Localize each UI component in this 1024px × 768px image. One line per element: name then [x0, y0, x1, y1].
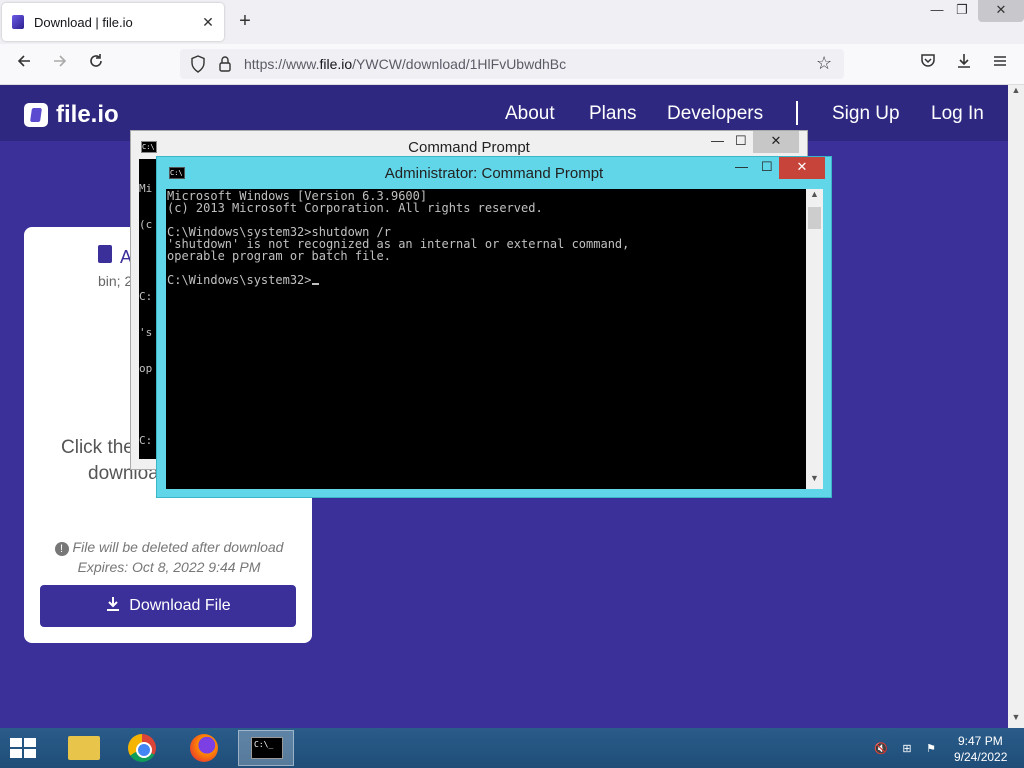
favicon-icon [12, 15, 24, 29]
admin-cmd-close-button[interactable]: ✕ [779, 157, 825, 179]
clock-date[interactable]: 9/24/2022 [954, 750, 1007, 764]
nav-divider [796, 101, 798, 125]
nav-plans-link[interactable]: Plans [589, 103, 637, 125]
console-prompt: C:\Windows\system32> [167, 273, 312, 287]
site-logo[interactable]: file.io [24, 101, 119, 129]
download-file-label: Download File [129, 597, 231, 614]
browser-close-button[interactable]: ✕ [978, 0, 1024, 22]
bookmark-star-icon[interactable]: ☆ [816, 53, 832, 74]
file-icon [98, 245, 112, 263]
url-bar[interactable]: https://www.file.io/YWCW/download/1HlFvU… [180, 49, 844, 79]
download-file-button[interactable]: Download File [40, 585, 296, 627]
file-io-logo-icon [24, 103, 48, 127]
scroll-thumb[interactable] [808, 207, 821, 229]
nav-login-link[interactable]: Log In [931, 103, 984, 125]
admin-cmd-minimize-button[interactable]: — [735, 159, 748, 174]
taskbar: C:\_ 🔇 ⊞ ⚑ 9:47 PM 9/24/2022 [0, 728, 1024, 768]
admin-cmd-console[interactable]: Microsoft Windows [Version 6.3.9600] (c)… [166, 189, 806, 489]
tab-title: Download | file.io [34, 14, 133, 30]
info-icon: ! [54, 542, 69, 556]
network-icon[interactable]: ⊞ [900, 742, 914, 756]
console-prompt-line: C:\Windows\system32> [167, 274, 805, 286]
file-meta: bin; 2 [98, 273, 133, 289]
taskbar-file-explorer[interactable] [56, 730, 112, 766]
text-cursor [311, 283, 319, 285]
cmd-icon: C:\_ [251, 737, 283, 759]
start-button[interactable] [10, 738, 38, 760]
taskbar-chrome[interactable] [114, 730, 170, 766]
windows-logo-icon [10, 738, 22, 747]
expiry-text: Expires: Oct 8, 2022 9:44 PM [77, 559, 261, 575]
browser-tab[interactable]: Download | file.io ✕ [2, 3, 224, 41]
browser-nav-bar: https://www.file.io/YWCW/download/1HlFvU… [0, 44, 1024, 85]
forward-button[interactable] [48, 52, 72, 76]
page-scrollbar[interactable]: ▲ ▼ [1008, 85, 1024, 728]
chrome-icon [128, 734, 156, 762]
tab-close-button[interactable]: ✕ [200, 14, 216, 30]
logo-text: file.io [56, 101, 119, 128]
new-tab-button[interactable]: + [234, 10, 256, 32]
downloads-icon[interactable] [952, 52, 976, 76]
browser-tab-bar: Download | file.io ✕ + — ❐ ✕ [0, 0, 1024, 44]
nav-signup-link[interactable]: Sign Up [832, 103, 900, 125]
cmd-minimize-button[interactable]: — [711, 133, 724, 148]
console-line: operable program or batch file. [167, 249, 391, 263]
url-text: https://www.file.io/YWCW/download/1HlFvU… [244, 56, 566, 72]
deletion-note: ! File will be deleted after download Exp… [44, 537, 294, 577]
cmd-close-button[interactable]: ✕ [753, 131, 799, 153]
admin-command-prompt-window[interactable]: C:\ Administrator: Command Prompt — ☐ ✕ … [156, 156, 832, 498]
url-path: /YWCW/download/1HlFvUbwdhBc [352, 56, 567, 72]
url-prefix: https://www. [244, 56, 320, 72]
cmd-window-title: Command Prompt [408, 139, 530, 156]
lock-icon[interactable] [218, 55, 232, 73]
reload-icon [90, 54, 102, 67]
cmd-maximize-button[interactable]: ☐ [735, 133, 747, 149]
firefox-icon [190, 734, 218, 762]
scroll-down-arrow-icon[interactable]: ▼ [1008, 712, 1024, 728]
browser-maximize-button[interactable]: ❐ [947, 0, 977, 22]
admin-cmd-maximize-button[interactable]: ☐ [761, 159, 773, 175]
scroll-down-arrow-icon[interactable]: ▼ [806, 473, 823, 489]
scroll-up-arrow-icon[interactable]: ▲ [1008, 85, 1024, 101]
nav-developers-link[interactable]: Developers [667, 103, 763, 125]
admin-cmd-window-title: Administrator: Command Prompt [384, 165, 604, 182]
back-button[interactable] [12, 52, 36, 76]
clock-time[interactable]: 9:47 PM [958, 734, 1003, 748]
admin-cmd-scrollbar[interactable]: ▲ ▼ [806, 189, 823, 489]
folder-icon [68, 736, 100, 760]
taskbar-command-prompt[interactable]: C:\_ [238, 730, 294, 766]
arrow-right-icon [54, 55, 67, 67]
volume-muted-icon[interactable]: 🔇 [874, 742, 888, 756]
download-icon [105, 596, 121, 617]
scroll-up-arrow-icon[interactable]: ▲ [806, 189, 823, 205]
action-center-flag-icon[interactable]: ⚑ [924, 742, 938, 756]
deletion-note-line1: File will be deleted after download [72, 539, 284, 555]
url-host: file.io [319, 56, 353, 72]
console-line: (c) 2013 Microsoft Corporation. All righ… [167, 201, 543, 215]
taskbar-firefox[interactable] [176, 730, 232, 766]
nav-about-link[interactable]: About [505, 103, 555, 125]
cmd-title-bar[interactable]: C:\ Command Prompt — ☐ ✕ [131, 131, 807, 159]
reload-button[interactable] [84, 52, 108, 76]
hamburger-menu-icon[interactable] [988, 52, 1012, 76]
shield-icon[interactable] [190, 55, 206, 73]
pocket-icon[interactable] [916, 52, 940, 76]
arrow-left-icon [17, 55, 30, 67]
